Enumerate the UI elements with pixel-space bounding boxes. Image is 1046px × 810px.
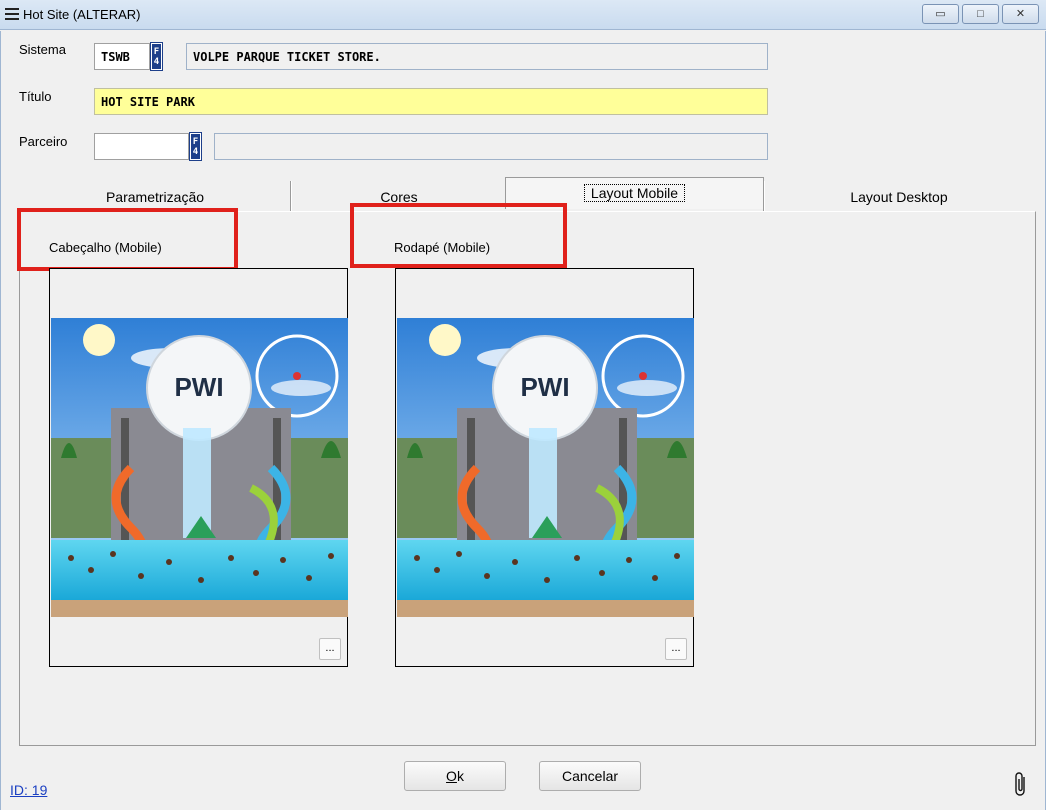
- tab-label: Layout Desktop: [850, 189, 948, 205]
- image-logo-text: PWI: [520, 372, 569, 402]
- sistema-lookup-f4-icon[interactable]: F 4: [150, 42, 163, 71]
- parceiro-code-field[interactable]: [94, 133, 189, 160]
- lookup-key-bottom: 4: [153, 56, 160, 67]
- close-icon: ✕: [1015, 7, 1026, 20]
- footer-browse-button[interactable]: ...: [665, 638, 687, 660]
- window-title: Hot Site (ALTERAR): [23, 7, 141, 22]
- tab-divider: [290, 181, 292, 211]
- tab-label: Layout Mobile: [583, 184, 686, 202]
- tab-label: Parametrização: [105, 189, 205, 205]
- maximize-button[interactable]: □: [962, 4, 999, 24]
- header-browse-button[interactable]: ...: [319, 638, 341, 660]
- tab-layout-desktop[interactable]: Layout Desktop: [766, 179, 1032, 211]
- minimize-icon: ▭: [935, 7, 946, 20]
- sistema-code-field[interactable]: TSWB: [94, 43, 150, 70]
- close-button[interactable]: ✕: [1002, 4, 1039, 24]
- maximize-icon: □: [977, 7, 984, 20]
- titulo-label: Título: [19, 89, 52, 104]
- attachment-icon[interactable]: [1014, 771, 1028, 797]
- footer-mobile-label: Rodapé (Mobile): [394, 240, 491, 255]
- footer-image: PWI: [397, 318, 694, 617]
- water-park-illustration: PWI: [51, 318, 348, 617]
- titulo-field[interactable]: HOT SITE PARK: [94, 88, 768, 115]
- water-park-illustration: PWI: [397, 318, 694, 617]
- image-logo-text: PWI: [174, 372, 223, 402]
- window-controls: ▭ □ ✕: [922, 4, 1039, 24]
- lookup-key-top: F: [153, 46, 160, 57]
- lookup-key-top: F: [192, 136, 199, 147]
- ok-button[interactable]: Ok: [404, 761, 506, 791]
- tab-divider: [763, 181, 765, 211]
- window-client: Sistema TSWB F 4 VOLPE PARQUE TICKET STO…: [0, 31, 1046, 810]
- sistema-label: Sistema: [19, 42, 66, 57]
- ok-mnemonic: O: [446, 768, 457, 784]
- record-id-link[interactable]: ID: 19: [10, 782, 47, 798]
- header-mobile-label: Cabeçalho (Mobile): [49, 240, 162, 255]
- parceiro-label: Parceiro: [19, 134, 68, 149]
- cancel-button[interactable]: Cancelar: [539, 761, 641, 791]
- sistema-name-field: VOLPE PARQUE TICKET STORE.: [186, 43, 768, 70]
- footer-image-frame: PWI ...: [395, 268, 694, 667]
- parceiro-name-field: [214, 133, 768, 160]
- ok-label-rest: k: [456, 768, 464, 784]
- tab-parametrizacao[interactable]: Parametrização: [19, 179, 291, 211]
- minimize-button[interactable]: ▭: [922, 4, 959, 24]
- lookup-key-bottom: 4: [192, 146, 199, 157]
- footer-highlight-rect: [350, 203, 567, 268]
- header-image: PWI: [51, 318, 348, 617]
- menu-icon[interactable]: [5, 8, 19, 20]
- title-bar: Hot Site (ALTERAR) ▭ □ ✕: [0, 0, 1046, 30]
- header-image-frame: PWI ...: [49, 268, 348, 667]
- parceiro-lookup-f4-icon[interactable]: F 4: [189, 132, 202, 161]
